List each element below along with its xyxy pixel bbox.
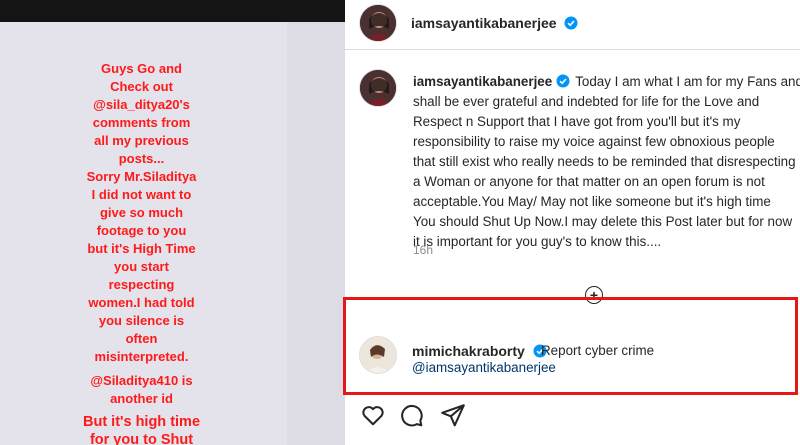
header-divider <box>345 49 800 50</box>
caption-text: acceptable.You May/ May not like someone… <box>413 194 771 209</box>
caption-username[interactable]: iamsayantikabanerjee <box>413 74 552 89</box>
caption-avatar[interactable] <box>359 69 397 107</box>
verified-badge-icon <box>564 16 578 30</box>
story-text-line: comments from <box>92 115 191 130</box>
header-username[interactable]: iamsayantikabanerjee <box>411 15 557 31</box>
verified-badge-icon <box>556 74 570 88</box>
story-text-line: @Siladitya410 is <box>90 373 193 388</box>
story-text-line: respecting <box>108 277 175 292</box>
story-text-line: give so much <box>99 205 184 220</box>
story-text-line: posts... <box>118 151 165 166</box>
caption-timestamp[interactable]: 16h <box>413 243 433 257</box>
caption-text: responsibility to raise my voice against… <box>413 134 775 149</box>
story-text-line: you silence is <box>98 313 185 328</box>
caption-text: Respect n Support that I have got from y… <box>413 114 741 129</box>
caption: iamsayantikabanerjee Today I am what I am… <box>413 72 800 252</box>
story-text-line: @sila_ditya20's <box>93 97 190 112</box>
caption-text: that still exist who really needs to be … <box>413 154 796 169</box>
story-image: Guys Go and Check out @sila_ditya20'scomme… <box>0 0 345 445</box>
story-text-line: I did not want to <box>91 187 192 202</box>
header-avatar[interactable] <box>359 4 397 42</box>
story-text-line: misinterpreted. <box>94 349 189 364</box>
comment-icon[interactable] <box>398 402 424 428</box>
story-text-line: another id <box>110 391 173 406</box>
story-text-line: But it's high time <box>82 414 201 430</box>
story-text-line: but it's High Time <box>87 241 196 256</box>
story-text-line: for you to Shut <box>89 432 194 445</box>
share-icon[interactable] <box>440 402 466 428</box>
header-username-row[interactable]: iamsayantikabanerjee <box>411 15 578 31</box>
caption-text: Today I am what I am for my Fans and <box>575 74 800 89</box>
story-text-line: you start <box>114 259 169 274</box>
story-top-bar <box>0 0 345 22</box>
story-text-line: all my previous <box>94 133 189 148</box>
caption-text: You should Shut Up Now.I may delete this… <box>413 214 793 229</box>
caption-text: it is important for you guy's to know th… <box>413 234 662 249</box>
story-text-line: often <box>125 331 158 346</box>
story-text-line: Sorry Mr.Siladitya <box>86 169 197 184</box>
story-text-line: women.I had told <box>88 295 195 310</box>
caption-text: a Woman or anyone for that matter on an … <box>413 174 765 189</box>
story-text-line: footage to you <box>96 223 187 238</box>
comment-highlight-box <box>343 297 798 395</box>
story-right-edge <box>287 22 345 445</box>
caption-text: shall be ever grateful and indebted for … <box>413 94 760 109</box>
story-text-line: Guys Go and <box>101 61 182 76</box>
story-text-line: Check out <box>110 79 173 94</box>
heart-icon[interactable] <box>360 402 386 428</box>
caption-line-1: iamsayantikabanerjee Today I am what I am… <box>413 72 800 92</box>
